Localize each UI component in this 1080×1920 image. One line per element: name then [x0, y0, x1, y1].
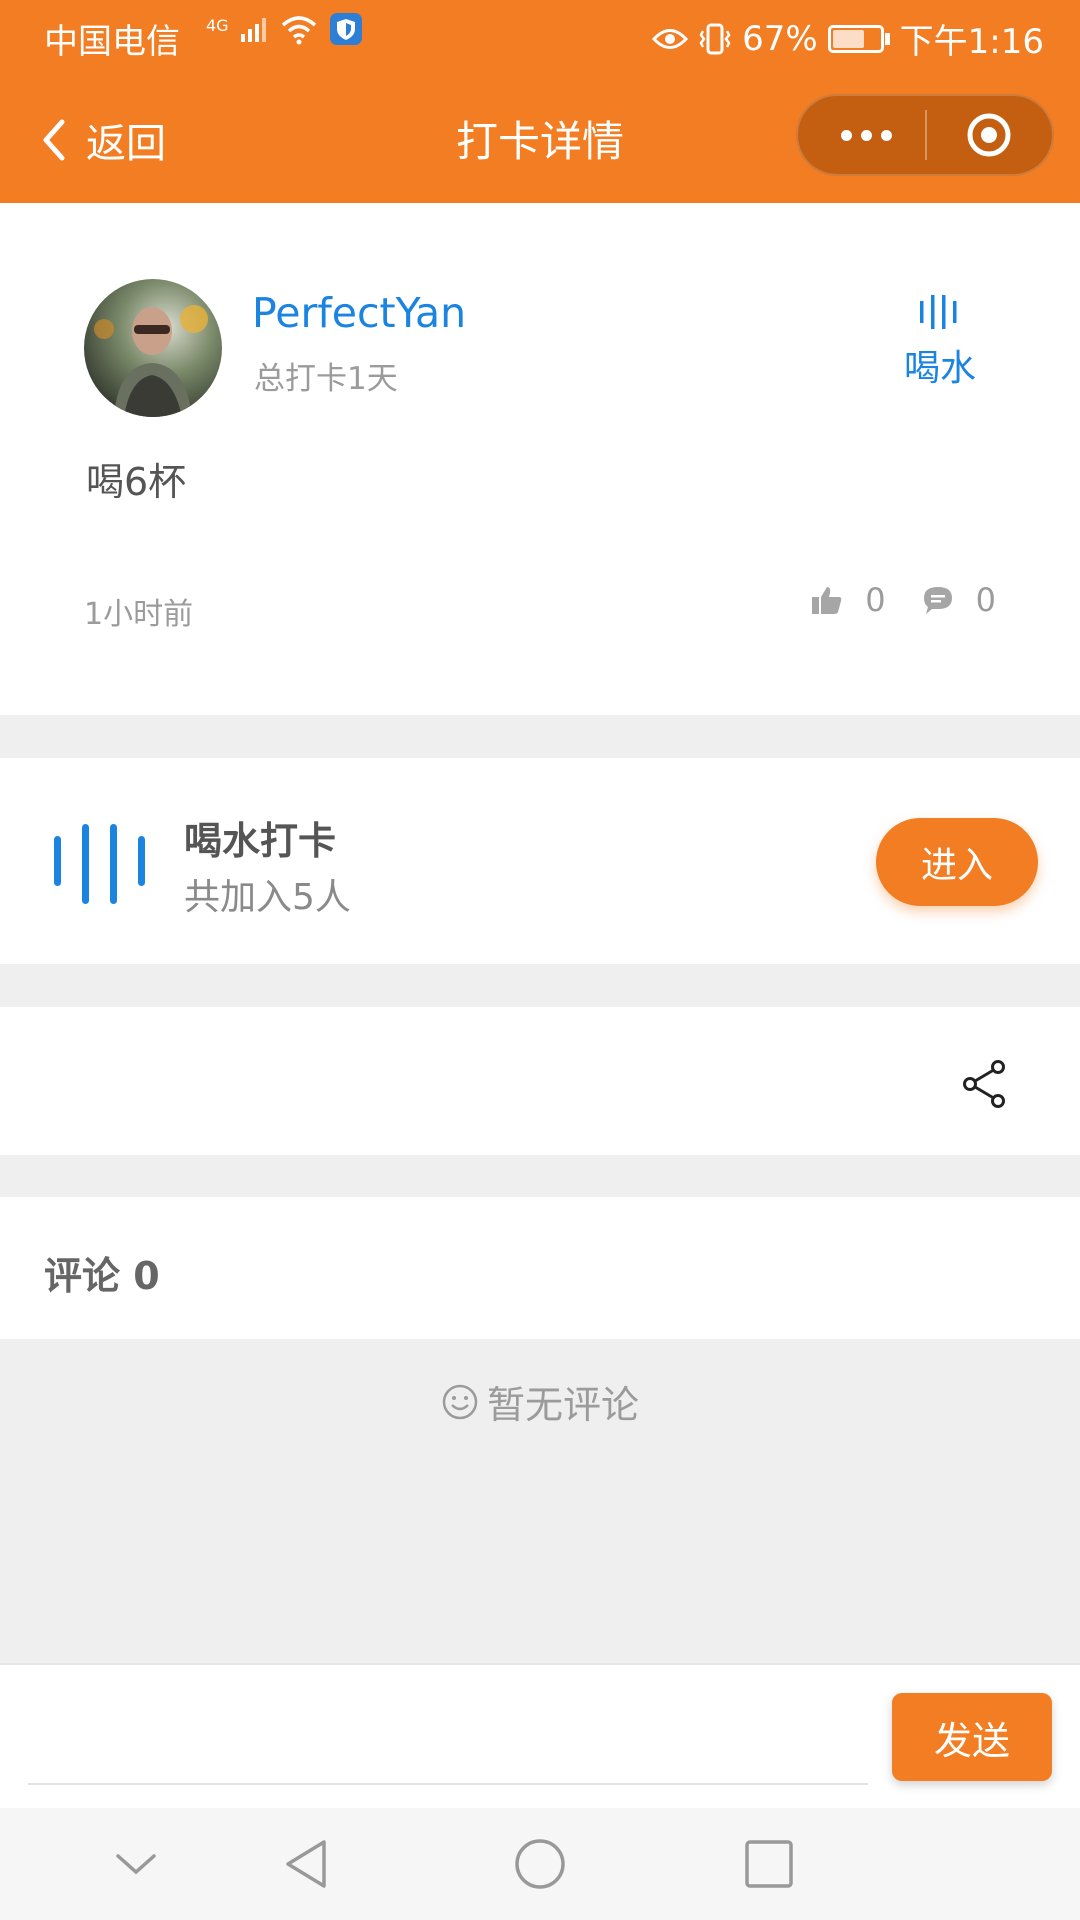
- top-bar: 中国电信 4G 67% 下午1:16 返回 打卡详情: [0, 0, 1080, 203]
- network-type: 4G: [206, 16, 229, 35]
- recents-square-icon[interactable]: [741, 1836, 797, 1892]
- post-card: PerfectYan 总打卡1天 喝水 喝6杯 1小时前 0 0: [0, 203, 1080, 715]
- battery-icon: [827, 24, 890, 53]
- more-button[interactable]: [826, 94, 906, 176]
- post-stats: 0 0: [811, 581, 996, 619]
- post-content: 喝6杯: [86, 460, 187, 504]
- target-circle-icon[interactable]: [966, 112, 1012, 158]
- empty-comments-text: 暂无评论: [486, 1383, 639, 1427]
- thumbs-up-icon: [812, 587, 842, 614]
- comment-count: 0: [975, 581, 996, 619]
- back-triangle-icon[interactable]: [280, 1836, 336, 1892]
- username[interactable]: PerfectYan: [252, 289, 466, 337]
- screen: 中国电信 4G 67% 下午1:16 返回 打卡详情 PerfectYan 总打…: [0, 0, 1080, 1920]
- comments-title: 评论 0: [44, 1254, 160, 1298]
- status-time: 下午1:16: [899, 22, 1044, 62]
- battery-fill: [832, 29, 864, 48]
- status-bar: 中国电信 4G 67% 下午1:16: [0, 0, 1080, 74]
- security-shield-icon: [329, 13, 362, 45]
- smile-icon: [442, 1384, 478, 1419]
- avatar[interactable]: [84, 279, 222, 417]
- capsule-divider: [925, 110, 927, 160]
- eye-icon: [652, 28, 689, 49]
- water-bars-icon: [54, 824, 145, 904]
- home-circle-icon[interactable]: [512, 1836, 568, 1892]
- share-icon[interactable]: [960, 1059, 1008, 1109]
- speech-bubble-icon: [923, 587, 952, 614]
- share-row: [0, 1007, 1080, 1155]
- enter-button[interactable]: 进入: [876, 818, 1038, 906]
- mini-program-capsule: [796, 94, 1054, 176]
- like-button[interactable]: 0: [811, 581, 886, 619]
- status-icons: 4G: [206, 12, 363, 46]
- comment-input-bar: 发送: [0, 1663, 1080, 1810]
- water-bars-icon: [920, 295, 957, 329]
- signal-icon: [240, 18, 266, 42]
- comments-header: 评论 0: [0, 1197, 1080, 1339]
- group-card: 喝水打卡 共加入5人 进入: [0, 758, 1080, 964]
- battery-percent: 67%: [742, 18, 818, 59]
- like-count: 0: [865, 581, 886, 619]
- system-navigation-bar: [0, 1808, 1080, 1920]
- comment-button[interactable]: 0: [922, 581, 996, 619]
- empty-comments: 暂无评论: [0, 1374, 1080, 1429]
- comment-input[interactable]: [28, 1685, 868, 1785]
- carrier-label: 中国电信: [44, 22, 180, 62]
- total-checkin-days: 总打卡1天: [254, 361, 398, 397]
- category-tag[interactable]: 喝水: [890, 293, 990, 391]
- wifi-icon: [281, 16, 316, 45]
- more-dots-icon: [840, 129, 852, 141]
- status-right: 67% 下午1:16: [652, 14, 1044, 63]
- group-member-count: 共加入5人: [184, 877, 351, 918]
- category-label: 喝水: [903, 348, 976, 389]
- post-time: 1小时前: [84, 597, 194, 632]
- group-name: 喝水打卡: [184, 819, 337, 863]
- navigation-bar: 返回 打卡详情: [0, 74, 1080, 203]
- vibrate-icon: [699, 23, 731, 54]
- chevron-down-icon[interactable]: [108, 1836, 164, 1892]
- send-button[interactable]: 发送: [892, 1693, 1052, 1781]
